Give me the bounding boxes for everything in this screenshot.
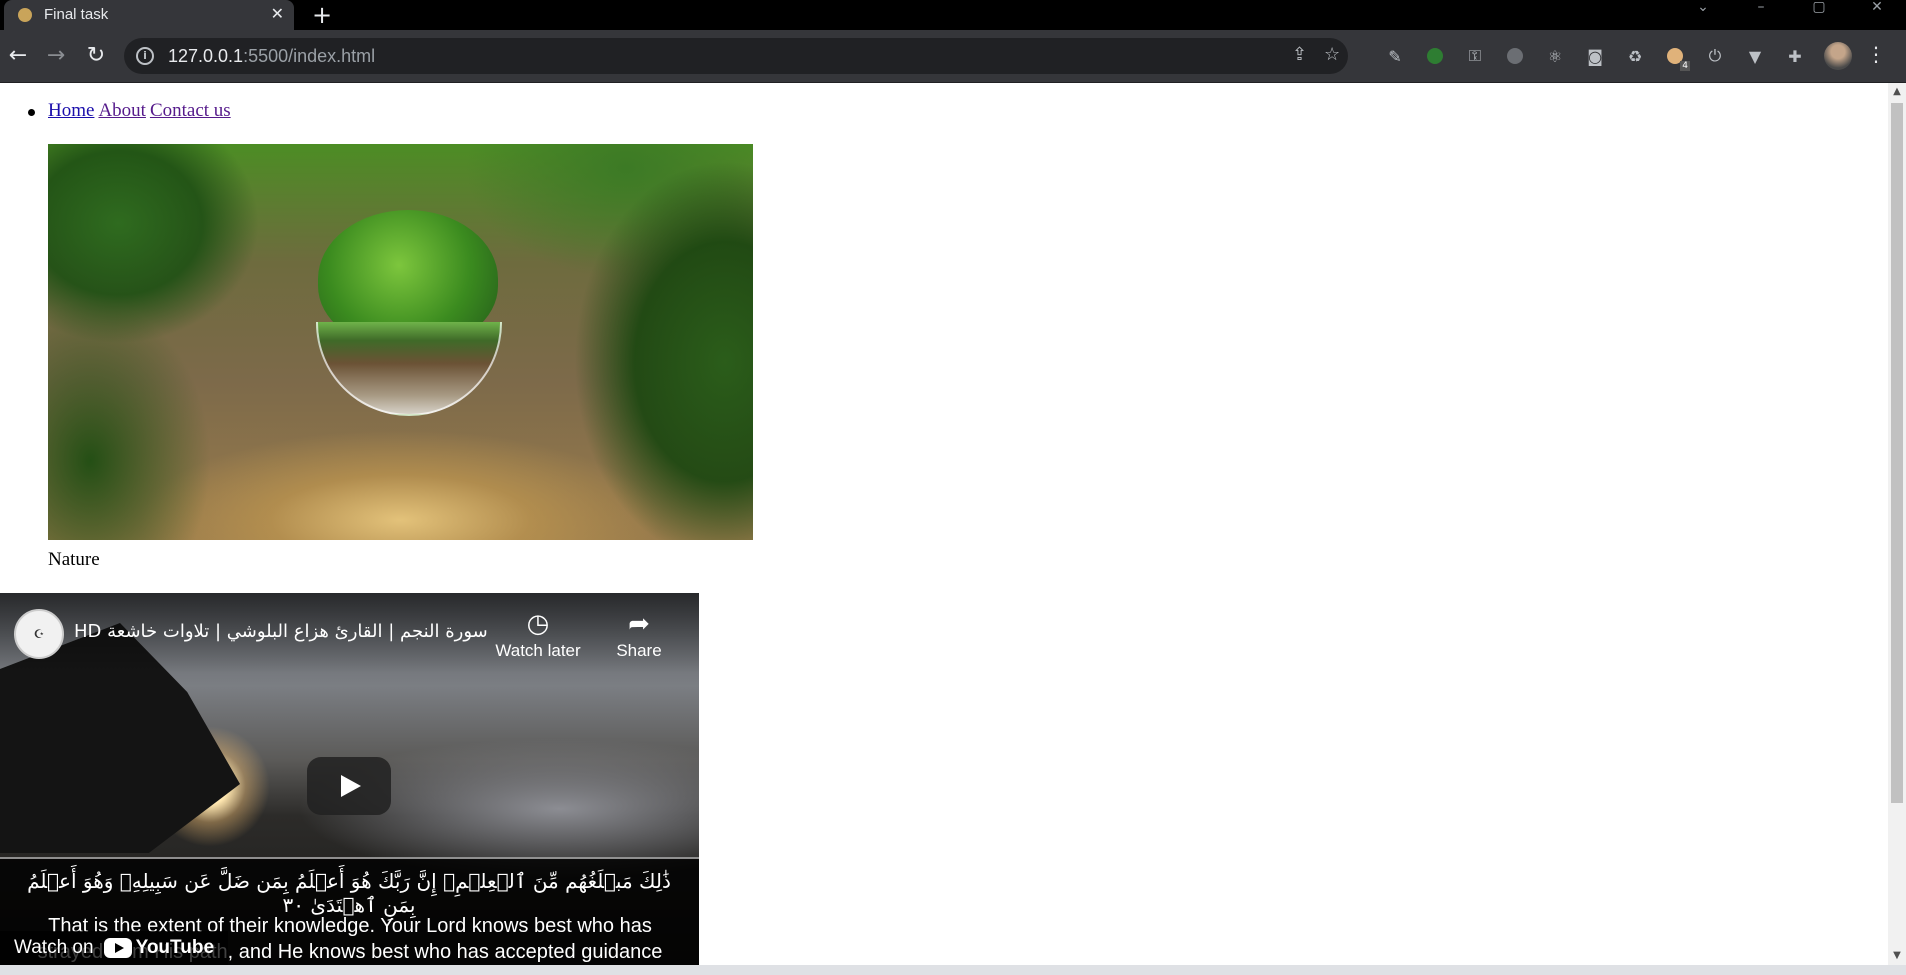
react-extension-icon[interactable]: ⚛ (1540, 41, 1570, 71)
minimize-button[interactable]: – (1732, 0, 1790, 30)
moon-extension-icon[interactable] (1500, 41, 1530, 71)
tab-title: Final task (44, 6, 109, 23)
youtube-wordmark: YouTube (135, 937, 215, 958)
favicon-icon (18, 8, 32, 22)
nav-link-home[interactable]: Home (48, 100, 94, 121)
camera-extension-icon[interactable]: ◙ (1580, 41, 1610, 71)
nature-image (48, 144, 753, 540)
extension-badge: 4 (1680, 61, 1690, 71)
scroll-down-arrow[interactable]: ▼ (1888, 947, 1906, 965)
window-controls: ⌄ – ▢ ✕ (1674, 0, 1906, 30)
bottom-border (0, 965, 1906, 975)
key-extension-icon[interactable]: ⚿ (1460, 41, 1490, 71)
channel-avatar[interactable]: ☪ (14, 609, 64, 659)
share-label: Share (616, 641, 662, 660)
watch-on-label: Watch on (14, 937, 94, 958)
watch-later-label: Watch later (495, 641, 581, 660)
video-title[interactable]: سورة النجم | القارئ هزاع البلوشي | تلاوا… (74, 621, 488, 642)
active-tab[interactable]: Final task ✕ (4, 0, 294, 30)
glass-bowl (316, 322, 502, 416)
url-text[interactable]: 127.0.0.1:5500/index.html (168, 46, 375, 67)
play-button[interactable] (307, 757, 391, 815)
share-icon[interactable]: ⇪ (1292, 44, 1307, 65)
clock-icon: ◷ (526, 609, 550, 639)
profile-avatar[interactable] (1824, 42, 1852, 70)
maximize-button[interactable]: ▢ (1790, 0, 1848, 30)
hand-extension-icon[interactable]: 4 (1660, 41, 1690, 71)
nav-link-about[interactable]: About (98, 100, 146, 121)
vue-extension-icon[interactable]: ▼ (1740, 41, 1770, 71)
nav-item: Home About Contact us (28, 99, 235, 123)
tab-close-icon[interactable]: ✕ (271, 4, 284, 23)
power-extension-icon[interactable]: ⏻ (1700, 41, 1730, 71)
tab-strip: Final task ✕ + ⌄ – ▢ ✕ (0, 0, 1906, 30)
share-arrow-icon: ➦ (628, 609, 650, 639)
page-viewport: Home About Contact us Nature ☪ سورة النجم … (0, 83, 1888, 965)
url-path: :5500/index.html (243, 46, 376, 66)
url-host: 127.0.0.1 (168, 46, 244, 66)
forward-button[interactable]: → (42, 42, 70, 70)
figure-caption: Nature (48, 549, 100, 570)
back-button[interactable]: ← (4, 42, 32, 70)
puzzle-extensions-icon[interactable]: ✚ (1780, 41, 1810, 71)
bookmark-star-icon[interactable]: ☆ (1324, 44, 1340, 65)
new-tab-button[interactable]: + (312, 1, 332, 29)
arabic-verse: ذَٰلِكَ مَبۡلَغُهُم مِّنَ ٱلۡعِلۡمِۚ إِن… (27, 869, 671, 917)
address-bar[interactable]: i 127.0.0.1:5500/index.html ⇪ ☆ (124, 38, 1348, 74)
scroll-up-arrow[interactable]: ▲ (1888, 83, 1906, 101)
browser-toolbar: ← → ↻ i 127.0.0.1:5500/index.html ⇪ ☆ ✎ … (0, 30, 1906, 83)
browser-menu-icon[interactable]: ⋮ (1866, 42, 1886, 66)
youtube-logo: YouTube (103, 931, 215, 965)
scroll-thumb[interactable] (1891, 103, 1903, 803)
share-button[interactable]: ➦ Share (594, 607, 684, 661)
close-window-button[interactable]: ✕ (1848, 0, 1906, 30)
recycle-extension-icon[interactable]: ♻ (1620, 41, 1650, 71)
watch-later-button[interactable]: ◷ Watch later (493, 607, 583, 661)
vertical-scrollbar[interactable]: ▲ ▼ (1888, 83, 1906, 965)
nav-menu: Home About Contact us (28, 99, 235, 123)
pen-extension-icon[interactable]: ✎ (1380, 41, 1410, 71)
leaf-extension-icon[interactable] (1420, 41, 1450, 71)
site-info-icon[interactable]: i (136, 47, 154, 65)
youtube-embed[interactable]: ☪ سورة النجم | القارئ هزاع البلوشي | تلا… (0, 593, 699, 965)
reload-button[interactable]: ↻ (82, 42, 110, 70)
extensions-tray: ✎ ⚿ ⚛ ◙ ♻ 4 ⏻ ▼ ✚ (1380, 40, 1820, 72)
tab-search-icon[interactable]: ⌄ (1674, 0, 1732, 30)
nav-link-contact[interactable]: Contact us (150, 100, 231, 121)
youtube-play-icon (103, 938, 132, 958)
watch-on-youtube-button[interactable]: Watch on YouTube (0, 931, 229, 965)
